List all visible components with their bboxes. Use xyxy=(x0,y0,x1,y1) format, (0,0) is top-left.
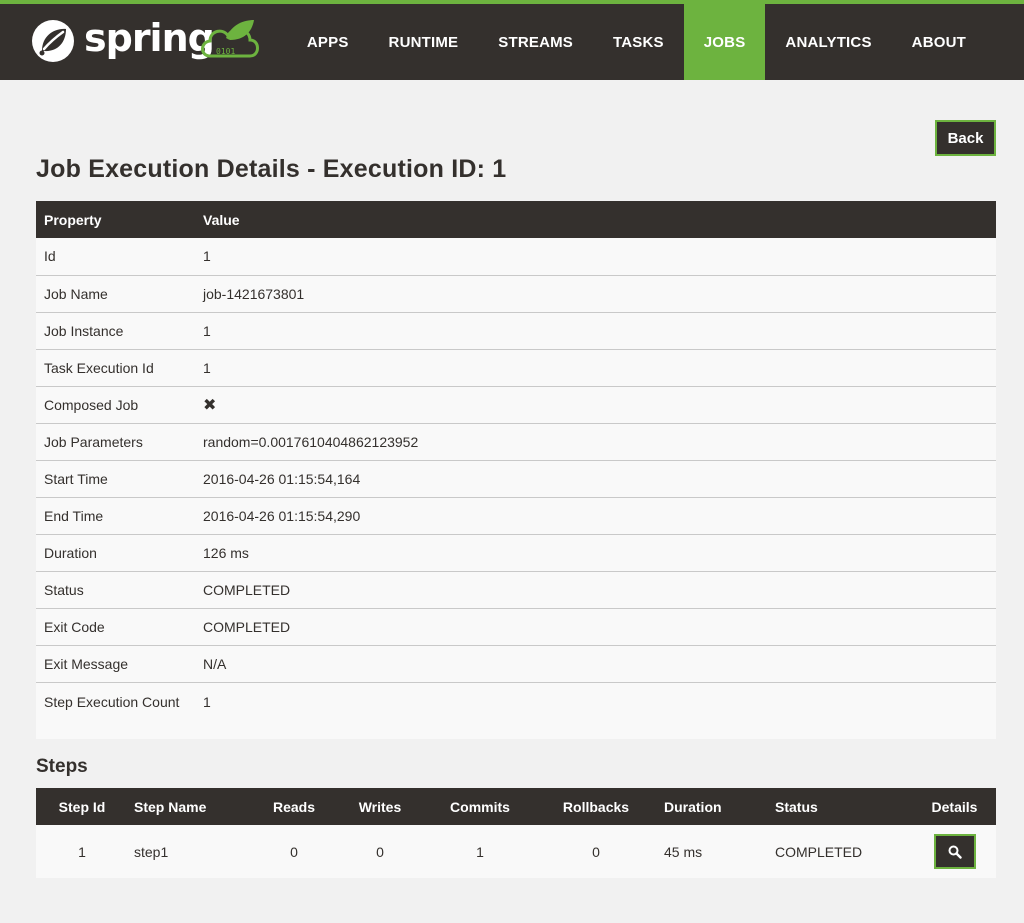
step-details-button[interactable] xyxy=(933,834,976,869)
table-row: Job Parameters random=0.0017610404862123… xyxy=(36,422,996,460)
commits-cell: 1 xyxy=(426,825,534,878)
step-name-cell: step1 xyxy=(128,825,254,878)
writes-cell: 0 xyxy=(334,825,426,878)
table-header-row: Step Id Step Name Reads Writes Commits R… xyxy=(36,788,996,825)
table-row: Step Execution Count 1 xyxy=(36,681,996,739)
steps-table: Step Id Step Name Reads Writes Commits R… xyxy=(36,788,996,878)
svg-text:0101: 0101 xyxy=(216,47,235,56)
property-label: Exit Message xyxy=(36,644,195,682)
property-label: Exit Code xyxy=(36,607,195,645)
property-label: Step Execution Count xyxy=(36,681,195,739)
status-value: COMPLETED xyxy=(195,570,996,608)
column-header-details: Details xyxy=(913,788,996,825)
property-label: Job Instance xyxy=(36,311,195,349)
property-label: Task Execution Id xyxy=(36,348,195,386)
table-row: 1 step1 0 0 1 0 45 ms COMPLETED xyxy=(36,825,996,878)
column-header-writes: Writes xyxy=(334,788,426,825)
status-cell: COMPLETED xyxy=(769,825,913,878)
search-icon xyxy=(948,845,962,859)
duration-cell: 45 ms xyxy=(658,825,769,878)
spring-logo[interactable]: spring 0101 xyxy=(30,14,265,64)
cloud-leaf-icon: 0101 xyxy=(201,20,259,58)
property-label: End Time xyxy=(36,496,195,534)
column-header-property: Property xyxy=(36,201,195,238)
property-label: Composed Job xyxy=(36,385,195,423)
property-label: Duration xyxy=(36,533,195,571)
nav-jobs[interactable]: JOBS xyxy=(683,4,766,80)
reads-cell: 0 xyxy=(254,825,334,878)
job-details-table: Property Value Id 1 Job Name job-1421673… xyxy=(36,201,996,739)
property-value: 1 xyxy=(195,238,996,275)
page-title: Job Execution Details - Execution ID: 1 xyxy=(36,155,507,183)
property-value: 126 ms xyxy=(195,533,996,571)
steps-section-title: Steps xyxy=(36,756,88,777)
brand-name: spring xyxy=(84,16,215,60)
top-navbar: spring 0101 APPS RUNTIME STREAMS TASKS J… xyxy=(0,0,1024,80)
table-row: Status COMPLETED xyxy=(36,570,996,608)
back-button[interactable]: Back xyxy=(935,120,996,156)
nav-about[interactable]: ABOUT xyxy=(892,4,986,80)
property-value: random=0.0017610404862123952 xyxy=(195,422,996,460)
cross-icon: ✖ xyxy=(203,396,217,414)
nav-streams[interactable]: STREAMS xyxy=(478,4,593,80)
property-label: Job Parameters xyxy=(36,422,195,460)
column-header-step-id: Step Id xyxy=(36,788,128,825)
exit-code-value: COMPLETED xyxy=(195,607,996,645)
table-row: Exit Message N/A xyxy=(36,644,996,682)
property-value: 2016-04-26 01:15:54,290 xyxy=(195,496,996,534)
nav-analytics[interactable]: ANALYTICS xyxy=(765,4,891,80)
nav-runtime[interactable]: RUNTIME xyxy=(369,4,479,80)
spring-leaf-icon xyxy=(32,20,74,62)
table-row: Job Name job-1421673801 xyxy=(36,274,996,312)
column-header-rollbacks: Rollbacks xyxy=(534,788,658,825)
details-cell xyxy=(913,825,996,878)
property-value: 1 xyxy=(195,348,996,386)
property-label: Start Time xyxy=(36,459,195,497)
table-row: Duration 126 ms xyxy=(36,533,996,571)
property-label: Id xyxy=(36,238,195,275)
column-header-reads: Reads xyxy=(254,788,334,825)
column-header-status: Status xyxy=(769,788,913,825)
column-header-value: Value xyxy=(195,201,996,238)
column-header-commits: Commits xyxy=(426,788,534,825)
property-value: N/A xyxy=(195,644,996,682)
table-row: Task Execution Id 1 xyxy=(36,348,996,386)
nav-tasks[interactable]: TASKS xyxy=(593,4,684,80)
property-value: ✖ xyxy=(195,385,996,423)
property-label: Status xyxy=(36,570,195,608)
property-value: 1 xyxy=(195,681,996,739)
main-nav: APPS RUNTIME STREAMS TASKS JOBS ANALYTIC… xyxy=(287,4,986,80)
table-row: Start Time 2016-04-26 01:15:54,164 xyxy=(36,459,996,497)
property-value: 2016-04-26 01:15:54,164 xyxy=(195,459,996,497)
property-value: job-1421673801 xyxy=(195,274,996,312)
column-header-step-name: Step Name xyxy=(128,788,254,825)
table-row: Composed Job ✖ xyxy=(36,385,996,423)
step-id-cell: 1 xyxy=(36,825,128,878)
table-header-row: Property Value xyxy=(36,201,996,238)
table-row: Id 1 xyxy=(36,238,996,275)
table-row: End Time 2016-04-26 01:15:54,290 xyxy=(36,496,996,534)
nav-apps[interactable]: APPS xyxy=(287,4,369,80)
property-value: 1 xyxy=(195,311,996,349)
property-label: Job Name xyxy=(36,274,195,312)
rollbacks-cell: 0 xyxy=(534,825,658,878)
table-row: Exit Code COMPLETED xyxy=(36,607,996,645)
column-header-duration: Duration xyxy=(658,788,769,825)
table-row: Job Instance 1 xyxy=(36,311,996,349)
